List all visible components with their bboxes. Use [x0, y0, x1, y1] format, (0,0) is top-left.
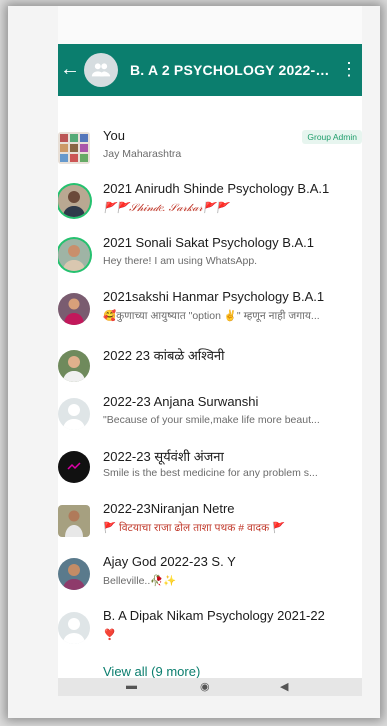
- member-status: Hey there! I am using WhatsApp.: [103, 255, 258, 267]
- avatar: [58, 505, 90, 537]
- avatar: [58, 185, 90, 217]
- status-bar: [58, 6, 362, 44]
- member-row[interactable]: 2022-23 Anjana Surwanshi "Because of you…: [58, 394, 362, 446]
- member-name: Ajay God 2022-23 S. Y: [103, 554, 236, 569]
- member-name: B. A Dipak Nikam Psychology 2021-22: [103, 608, 325, 623]
- recents-icon[interactable]: ▬: [126, 680, 137, 692]
- member-status: 🥰कुणाच्या आयुष्यात "option ✌️" म्हणून ना…: [103, 310, 320, 322]
- member-name: 2022 23 कांबळे अश्विनी: [103, 348, 225, 363]
- group-title[interactable]: B. A 2 PSYCHOLOGY 2022-…: [130, 62, 330, 78]
- avatar: [58, 558, 90, 590]
- member-row[interactable]: 2021 Anirudh Shinde Psychology B.A.1 🚩🚩𝒮…: [58, 181, 362, 233]
- view-all-link[interactable]: View all (9 more): [103, 664, 200, 679]
- member-status: 🚩🚩𝒮𝒽𝒾𝓃𝒹𝑒. 𝒮𝒶𝓇𝓀𝒶𝓇🚩🚩: [103, 202, 229, 214]
- member-row[interactable]: 2021 Sonali Sakat Psychology B.A.1 Hey t…: [58, 235, 362, 287]
- more-options-icon[interactable]: ⋮: [340, 56, 358, 82]
- member-row[interactable]: B. A Dipak Nikam Psychology 2021-22 ❣️: [58, 608, 362, 660]
- member-status: 🚩 विटयाचा राजा ढोल ताशा पथक # वादक 🚩: [103, 522, 286, 534]
- group-admin-badge: Group Admin: [302, 130, 362, 144]
- member-row[interactable]: 2022 23 कांबळे अश्विनी: [58, 346, 362, 398]
- photo-frame: ← B. A 2 PSYCHOLOGY 2022-… ⋮ You Jay Mah…: [8, 6, 380, 718]
- member-name: 2022-23 सूर्यवंशी अंजना: [103, 449, 224, 464]
- avatar: [58, 451, 90, 483]
- group-avatar[interactable]: [84, 53, 118, 87]
- back-nav-icon[interactable]: ◀: [280, 680, 288, 693]
- default-avatar-icon: [58, 398, 90, 430]
- app-bar: ← B. A 2 PSYCHOLOGY 2022-… ⋮: [58, 44, 362, 96]
- member-name: 2021 Sonali Sakat Psychology B.A.1: [103, 235, 315, 250]
- member-status: ❣️: [103, 629, 117, 641]
- member-row[interactable]: You Jay Maharashtra Group Admin: [58, 128, 362, 180]
- member-status: Smile is the best medicine for any probl…: [103, 467, 318, 479]
- member-row[interactable]: Ajay God 2022-23 S. Y Belleville..🥀✨: [58, 554, 362, 606]
- avatar: [58, 132, 90, 164]
- member-name: You: [103, 128, 125, 143]
- member-row[interactable]: 2022-23 सूर्यवंशी अंजना Smile is the bes…: [58, 447, 362, 499]
- member-name: 2021 Anirudh Shinde Psychology B.A.1: [103, 181, 330, 196]
- home-icon[interactable]: ◉: [200, 680, 210, 693]
- avatar: [58, 239, 90, 271]
- member-name: 2022-23 Anjana Surwanshi: [103, 394, 259, 409]
- member-status: Belleville..🥀✨: [103, 575, 177, 587]
- avatar: [58, 350, 90, 382]
- group-icon: [91, 63, 111, 77]
- member-name: 2022-23Niranjan Netre: [103, 501, 235, 516]
- back-arrow-icon[interactable]: ←: [60, 59, 80, 79]
- phone-screen: ← B. A 2 PSYCHOLOGY 2022-… ⋮ You Jay Mah…: [58, 6, 362, 696]
- member-status: "Because of your smile,make life more be…: [103, 414, 320, 426]
- member-status: Jay Maharashtra: [103, 148, 182, 160]
- member-name: 2021sakshi Hanmar Psychology B.A.1: [103, 289, 325, 304]
- avatar: [58, 293, 90, 325]
- member-row[interactable]: 2021sakshi Hanmar Psychology B.A.1 🥰कुणा…: [58, 289, 362, 341]
- member-row[interactable]: 2022-23Niranjan Netre 🚩 विटयाचा राजा ढोल…: [58, 501, 362, 553]
- default-avatar-icon: [58, 612, 90, 644]
- system-nav-bar: ▬ ◉ ◀: [58, 678, 362, 696]
